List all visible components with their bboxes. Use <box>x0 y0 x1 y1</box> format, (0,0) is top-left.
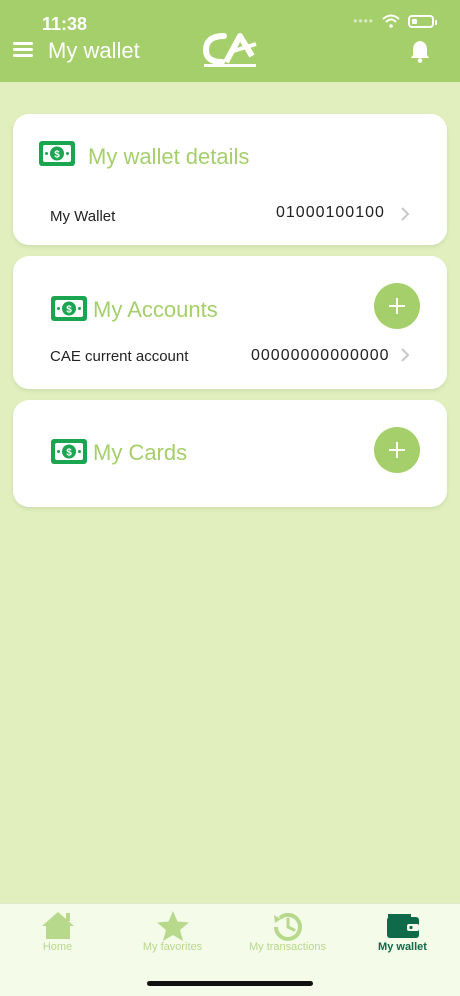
bell-icon[interactable] <box>409 39 431 63</box>
wifi-icon <box>382 14 400 28</box>
wallet-row-value: 01000100100 <box>276 204 385 221</box>
svg-text:$: $ <box>54 150 60 161</box>
signal-icon: •••• <box>353 14 374 28</box>
brand-logo-icon <box>202 33 257 67</box>
tab-favorites[interactable]: My favorites <box>115 904 230 964</box>
money-icon: $ <box>51 439 87 464</box>
page-title: My wallet <box>48 38 140 63</box>
tab-wallet[interactable]: My wallet <box>345 904 460 964</box>
wallet-row[interactable]: My Wallet 01000100100 <box>13 194 447 234</box>
money-icon: $ <box>51 296 87 321</box>
wallet-icon <box>386 914 419 938</box>
wallet-details-title: My wallet details <box>88 144 250 169</box>
tab-favorites-label: My favorites <box>142 941 203 953</box>
account-row-value: 00000000000000 <box>251 347 390 364</box>
chevron-right-icon <box>401 207 410 221</box>
cards-title: My Cards <box>93 440 188 465</box>
tab-transactions[interactable]: My transactions <box>230 904 345 964</box>
money-icon: $ <box>39 141 75 166</box>
status-time: 11:38 <box>42 14 88 34</box>
tab-home-label: Home <box>42 941 73 953</box>
home-icon <box>41 912 74 939</box>
accounts-card: $ My Accounts CAE current account 000000… <box>13 256 447 389</box>
cards-card: $ My Cards <box>13 400 447 507</box>
tab-home[interactable]: Home <box>0 904 115 964</box>
history-icon <box>273 912 302 941</box>
menu-icon[interactable] <box>13 42 33 58</box>
chevron-right-icon <box>401 348 410 362</box>
star-icon <box>156 911 189 941</box>
accounts-title: My Accounts <box>93 297 218 322</box>
tab-wallet-label: My wallet <box>378 941 427 953</box>
account-row[interactable]: CAE current account 00000000000000 <box>13 342 447 372</box>
add-card-button[interactable] <box>374 427 420 473</box>
wallet-row-label: My Wallet <box>50 208 116 225</box>
app-header: 11:38 •••• My wallet <box>0 0 460 82</box>
tab-transactions-label: My transactions <box>248 941 327 953</box>
home-indicator <box>147 981 313 986</box>
battery-icon <box>408 14 437 28</box>
add-account-button[interactable] <box>374 283 420 329</box>
svg-text:$: $ <box>66 448 72 459</box>
account-row-label: CAE current account <box>50 348 189 365</box>
status-indicators: •••• <box>353 14 437 28</box>
wallet-details-card: $ My wallet details My Wallet 0100010010… <box>13 114 447 245</box>
svg-text:$: $ <box>66 305 72 316</box>
